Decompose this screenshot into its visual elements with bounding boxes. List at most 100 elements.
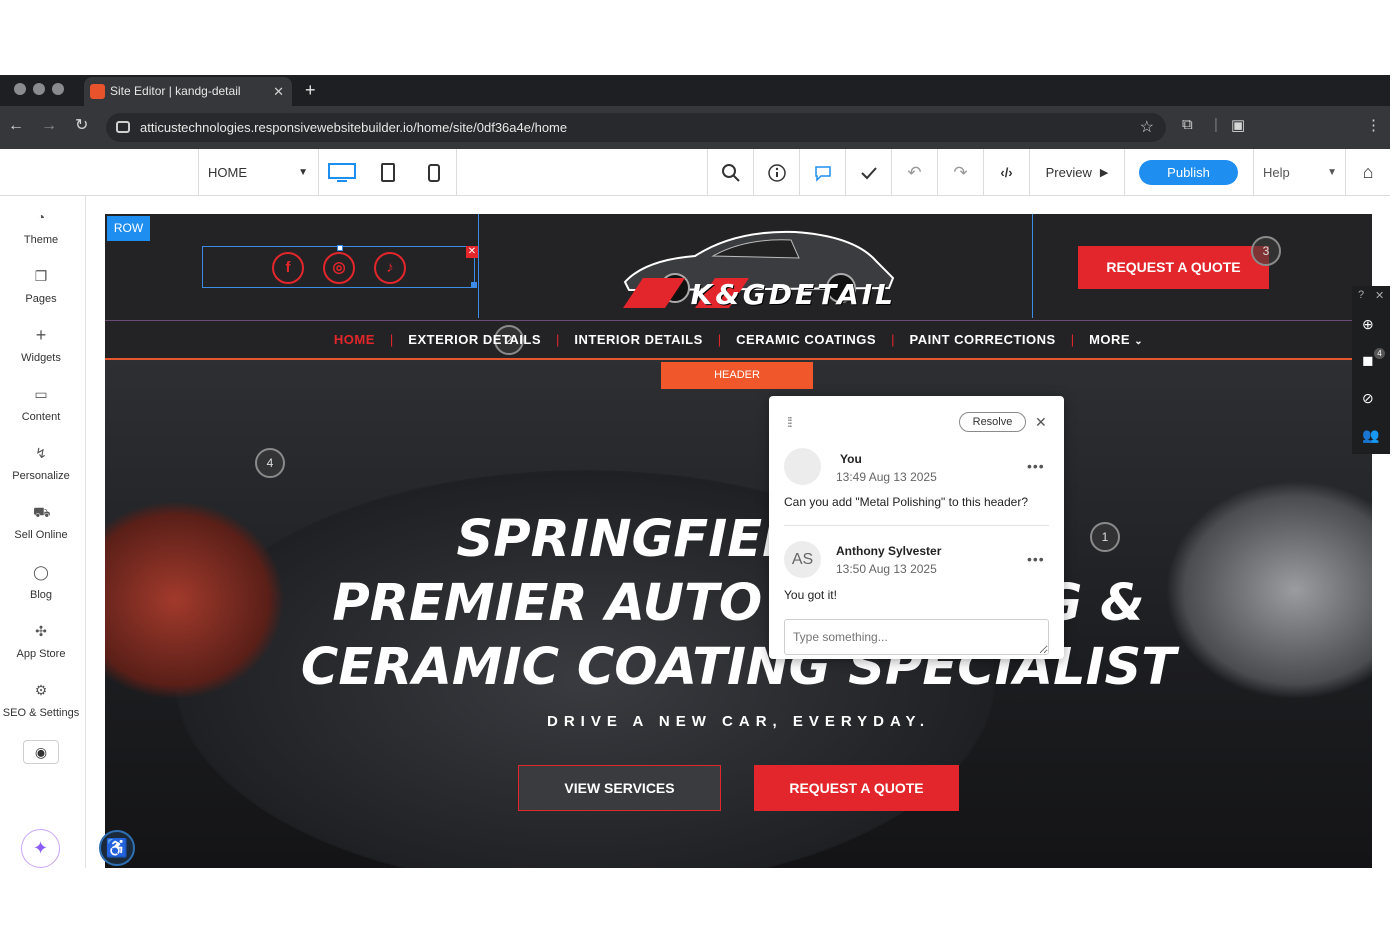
tiktok-icon[interactable]: ♪ xyxy=(374,252,406,284)
sidebar-item-seo-settings[interactable]: ⚙ SEO & Settings xyxy=(0,682,82,719)
site-favicon xyxy=(90,84,105,99)
nav-item-interior-details[interactable]: INTERIOR DETAILS xyxy=(559,332,717,347)
folder-icon: ▭ xyxy=(34,386,48,402)
site-nav-menu: HOME | EXTERIOR DETAILS | INTERIOR DETAI… xyxy=(105,320,1372,360)
search-button[interactable] xyxy=(707,149,753,196)
toolbar-divider: | xyxy=(1214,116,1218,133)
info-button[interactable] xyxy=(753,149,799,196)
request-quote-hero-button[interactable]: REQUEST A QUOTE xyxy=(754,765,959,811)
comment-icon xyxy=(814,165,831,182)
resolve-button[interactable]: Resolve xyxy=(959,412,1026,432)
help-icon[interactable]: ? xyxy=(1358,289,1364,301)
comment-marker[interactable]: 4 xyxy=(255,448,285,478)
side-panel-icon[interactable]: ▣ xyxy=(1231,116,1245,134)
home-icon[interactable]: ⌂ xyxy=(1346,149,1390,196)
back-icon[interactable]: ← xyxy=(8,116,24,136)
remove-widget-icon[interactable]: ✕ xyxy=(466,246,478,258)
chevron-down-icon: ▼ xyxy=(298,167,308,178)
site-info-icon[interactable] xyxy=(116,121,130,133)
code-button[interactable]: ‹/› xyxy=(983,149,1029,196)
sidebar-item-label: App Store xyxy=(16,648,66,660)
page-select[interactable]: HOME ▼ xyxy=(198,149,319,196)
undo-icon[interactable]: ↶ xyxy=(891,149,937,196)
request-quote-header-button[interactable]: REQUEST A QUOTE xyxy=(1078,246,1269,289)
nav-item-home[interactable]: HOME xyxy=(319,332,390,347)
hero-title-line-2: PREMIER AUTO DETAILING & xyxy=(332,574,1145,633)
comment-message: You got it! xyxy=(784,588,837,602)
sidebar-item-blog[interactable]: ◯ Blog xyxy=(0,564,82,601)
comment-marker[interactable]: 3 xyxy=(1251,236,1281,266)
redo-icon[interactable]: ↷ xyxy=(937,149,983,196)
sidebar-item-sell-online[interactable]: ⛟ Sell Online xyxy=(0,504,82,541)
nav-item-paint-corrections[interactable]: PAINT CORRECTIONS xyxy=(894,332,1070,347)
comments-list-icon[interactable]: ◼ xyxy=(1362,352,1374,369)
accessibility-icon[interactable]: ♿ xyxy=(99,830,135,866)
tab-title: Site Editor | kandg-detail xyxy=(110,84,241,98)
comments-button[interactable] xyxy=(799,149,845,196)
collaborators-icon[interactable]: 👥 xyxy=(1362,427,1379,444)
nav-item-more[interactable]: MORE ⌄ xyxy=(1074,332,1158,347)
nav-item-ceramic-coatings[interactable]: CERAMIC COATINGS xyxy=(721,332,891,347)
close-tab-icon[interactable]: ✕ xyxy=(273,77,284,106)
sidebar-item-pages[interactable]: ❐ Pages xyxy=(0,268,82,305)
desktop-view-button[interactable] xyxy=(319,149,365,196)
sparkle-icon: ✦ xyxy=(32,838,49,858)
sidebar-item-widgets[interactable]: + Widgets xyxy=(0,325,82,364)
browser-tab[interactable]: Site Editor | kandg-detail ✕ xyxy=(84,77,292,106)
resize-handle[interactable] xyxy=(337,245,343,251)
window-zoom-dot[interactable] xyxy=(52,83,64,95)
more-options-icon[interactable]: ••• xyxy=(1027,458,1045,474)
forward-icon[interactable]: → xyxy=(41,116,57,136)
close-icon[interactable]: ✕ xyxy=(1375,289,1384,302)
visibility-toggle[interactable]: ◉ xyxy=(23,740,59,764)
mobile-view-button[interactable] xyxy=(411,149,457,196)
chat-bubble-icon: ◯ xyxy=(33,564,49,580)
hide-comments-icon[interactable]: ⊘ xyxy=(1362,390,1374,407)
comment-thread-popup: ⁞⁞ Resolve ✕ You 13:49 Aug 13 2025 ••• C… xyxy=(769,396,1064,659)
check-icon xyxy=(860,166,877,179)
search-icon xyxy=(721,163,740,182)
resize-handle[interactable] xyxy=(471,282,477,288)
close-icon[interactable]: ✕ xyxy=(1035,414,1047,431)
code-icon: ‹/› xyxy=(1000,165,1013,180)
help-menu[interactable]: Help ▼ xyxy=(1253,149,1346,196)
publish-button[interactable]: Publish xyxy=(1139,160,1238,185)
checklist-button[interactable] xyxy=(845,149,891,196)
instagram-icon[interactable]: ◎ xyxy=(323,252,355,284)
url-bar[interactable]: atticustechnologies.responsivewebsitebui… xyxy=(106,113,1166,142)
facebook-icon[interactable]: f xyxy=(272,252,304,284)
ai-assistant-button[interactable]: ✦ xyxy=(21,829,60,868)
drag-handle-icon[interactable]: ⁞⁞ xyxy=(787,414,793,430)
reload-icon[interactable]: ↻ xyxy=(75,116,88,136)
sidebar-item-app-store[interactable]: ✣ App Store xyxy=(0,623,82,660)
avatar xyxy=(784,448,821,485)
sidebar-item-personalize[interactable]: ↯ Personalize xyxy=(0,445,82,482)
puzzle-icon: ✣ xyxy=(35,623,47,639)
sidebar-item-label: Pages xyxy=(25,293,57,305)
tablet-view-button[interactable] xyxy=(365,149,411,196)
hero-title-line-1: SPRINGFIELD, MO'S xyxy=(456,510,1021,569)
bookmark-star-icon[interactable]: ☆ xyxy=(1140,113,1154,142)
sidebar-item-label: Sell Online xyxy=(14,529,68,541)
more-options-icon[interactable]: ••• xyxy=(1027,551,1045,567)
preview-button[interactable]: Preview ▶ xyxy=(1029,149,1125,196)
row-tag[interactable]: ROW xyxy=(107,216,150,241)
extensions-icon[interactable]: ⧉ xyxy=(1182,116,1193,133)
sidebar-item-content[interactable]: ▭ Content xyxy=(0,386,82,423)
personalize-icon: ↯ xyxy=(35,445,47,461)
browser-menu-icon[interactable]: ⋮ xyxy=(1366,116,1381,134)
sidebar-item-theme[interactable]: ◔ Theme xyxy=(0,209,82,246)
add-comment-icon[interactable]: ⊕ xyxy=(1362,316,1374,333)
nav-item-exterior-details[interactable]: EXTERIOR DETAILS xyxy=(393,332,556,347)
plus-icon: + xyxy=(35,325,47,345)
reply-input[interactable] xyxy=(784,619,1049,655)
window-minimize-dot[interactable] xyxy=(33,83,45,95)
url-text: atticustechnologies.responsivewebsitebui… xyxy=(140,120,568,135)
header-section-tag[interactable]: HEADER xyxy=(661,362,813,389)
comments-count-badge: 4 xyxy=(1374,348,1385,359)
window-close-dot[interactable] xyxy=(14,83,26,95)
new-tab-icon[interactable]: + xyxy=(305,77,316,103)
screen: Site Editor | kandg-detail ✕ + ← → ↻ att… xyxy=(0,0,1400,950)
view-services-button[interactable]: VIEW SERVICES xyxy=(518,765,721,811)
column-guide xyxy=(478,214,479,318)
